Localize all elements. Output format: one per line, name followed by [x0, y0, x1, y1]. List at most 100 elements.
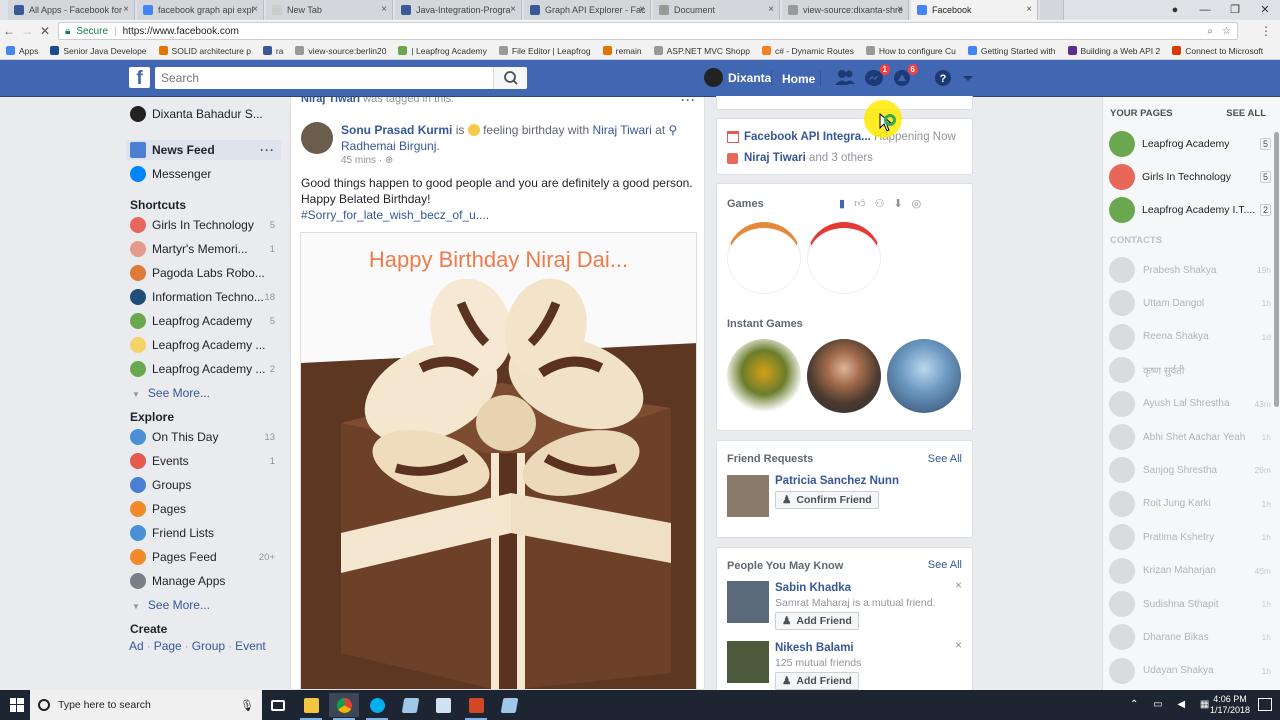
tagged-name-link[interactable]: Niraj Tiwari — [301, 97, 360, 105]
sidebar-scrollbar[interactable] — [1274, 132, 1279, 407]
add-friend-button[interactable]: ♟ Add Friend — [775, 672, 859, 690]
instant-game-thumb[interactable] — [887, 339, 961, 413]
tab-close-icon[interactable]: × — [510, 4, 516, 15]
system-tray-icons[interactable]: ⌃ ▭ ◀ ▦ — [1130, 699, 1215, 710]
sidebar-item[interactable]: Friend Lists — [126, 523, 281, 543]
bookmark-item[interactable]: File Editor | Leapfrog — [498, 46, 591, 56]
clock[interactable]: 4:06 PM 1/17/2018 — [1210, 694, 1250, 716]
facebook-logo[interactable]: f — [129, 67, 150, 89]
sidebar-item[interactable]: Pages Feed 20+ — [126, 547, 281, 567]
game-thumb[interactable] — [807, 222, 881, 294]
bookmark-item[interactable]: remain — [602, 46, 642, 56]
minimize-button[interactable]: — — [1190, 0, 1220, 20]
contact-item[interactable]: Abhi Shet Aachar Yeah 1h — [1109, 423, 1275, 451]
see-more-explore[interactable]: ▼ See More... — [132, 598, 210, 612]
browser-tab[interactable]: Graph API Explorer - Fac × — [524, 0, 651, 20]
your-page-item[interactable]: Leapfrog Academy 5 — [1109, 130, 1275, 158]
instant-game-thumb[interactable] — [727, 339, 801, 413]
notification-center-icon[interactable] — [1258, 698, 1272, 711]
your-page-item[interactable]: Girls In Technology 5 — [1109, 163, 1275, 191]
bookmark-item[interactable]: Getting Started with — [967, 46, 1056, 56]
confirm-friend-button[interactable]: ♟ Confirm Friend — [775, 491, 879, 509]
bookmark-item[interactable]: | Leapfrog Academy — [398, 46, 487, 56]
sidebar-item[interactable]: Groups — [126, 475, 281, 495]
bookmark-item[interactable]: SOLID architecture p — [158, 46, 251, 56]
sidebar-item[interactable]: Martyr's Memori... 1 — [126, 239, 281, 259]
menu-icon[interactable]: ⋮ — [1260, 24, 1272, 38]
bookmark-item[interactable]: How to configure Cu — [865, 46, 956, 56]
post-time[interactable]: 45 mins — [341, 155, 376, 166]
download-icon[interactable]: ⬇ — [893, 198, 911, 210]
help-icon[interactable]: ? — [933, 68, 955, 88]
add-friend-button[interactable]: ♟ Add Friend — [775, 612, 859, 630]
notifications-icon[interactable]: 6 — [891, 64, 918, 88]
author-avatar[interactable] — [301, 122, 333, 154]
task-view-icon[interactable] — [263, 693, 293, 717]
browser-tab[interactable]: view-source:dixanta-shre × — [782, 0, 909, 20]
bookmark-item[interactable]: c# - Dynamic Routes — [761, 46, 854, 56]
like-icon[interactable]: 👍︎ — [854, 198, 875, 210]
bookmark-item[interactable]: Apps — [6, 46, 38, 56]
post-image[interactable]: Happy Birthday Niraj Dai... — [300, 232, 697, 689]
event-name-link[interactable]: Facebook API Integra... — [744, 131, 871, 143]
browser-tab[interactable]: Facebook × — [911, 0, 1038, 20]
sidebar-item[interactable]: Girls In Technology 5 — [126, 215, 281, 235]
tab-close-icon[interactable]: × — [1026, 4, 1032, 15]
contact-item[interactable]: कृष्ण सुर्वती — [1109, 356, 1275, 384]
create-link[interactable]: Event — [235, 639, 266, 653]
tab-close-icon[interactable]: × — [639, 4, 645, 15]
see-more-shortcuts[interactable]: ▼ See More... — [132, 386, 210, 400]
create-link[interactable]: Group — [192, 639, 225, 653]
bookmark-item[interactable]: Connect to Microsoft — [1172, 46, 1263, 56]
create-link[interactable]: Ad — [129, 639, 144, 653]
your-page-item[interactable]: Leapfrog Academy I.T.... 2 — [1109, 196, 1275, 224]
games-filter-icons[interactable]: ▮👍︎⚇⬇◎ — [839, 197, 930, 210]
friend-requests-icon[interactable] — [834, 68, 856, 88]
messenger-icon[interactable]: 1 — [863, 64, 890, 88]
omnibox[interactable]: 🔒︎ Secure | https://www.facebook.com ☆ ⌕ — [58, 22, 1238, 40]
see-all-requests-link[interactable]: See All — [928, 453, 962, 465]
suggestion-avatar[interactable] — [727, 581, 769, 623]
browser-tab[interactable]: New Tab × — [266, 0, 393, 20]
request-name-link[interactable]: Patricia Sanchez Nunn — [775, 475, 899, 487]
hashtag-link[interactable]: #Sorry_for_late_wish_becz_of_u.... — [301, 207, 696, 223]
profile-icon[interactable]: ● — [1160, 0, 1190, 20]
nav-news-feed[interactable]: News Feed ··· — [126, 140, 281, 160]
chrome-icon[interactable] — [329, 693, 359, 720]
see-all-pymk-link[interactable]: See All — [928, 559, 962, 571]
skype-icon[interactable] — [362, 693, 392, 720]
friends-icon[interactable]: ⚇ — [875, 198, 894, 210]
sidebar-item[interactable]: Leapfrog Academy ... 2 — [126, 359, 281, 379]
browser-tab[interactable]: Document × — [653, 0, 780, 20]
sidebar-item[interactable]: Leapfrog Academy 5 — [126, 311, 281, 331]
tab-close-icon[interactable]: × — [381, 4, 387, 15]
see-all-pages-link[interactable]: SEE ALL — [1226, 108, 1266, 119]
contact-item[interactable]: Reena Shakya 1d — [1109, 323, 1275, 351]
profile-shortcut[interactable]: Dixanta Bahadur S... — [126, 104, 281, 124]
dismiss-icon[interactable]: × — [955, 578, 962, 592]
star-icon[interactable]: ☆ — [1222, 26, 1231, 37]
contact-item[interactable]: Pratima Kshetry 1h — [1109, 523, 1275, 551]
close-window-button[interactable]: ✕ — [1250, 0, 1280, 20]
app-icon[interactable] — [395, 693, 425, 717]
privacy-globe-icon[interactable]: ⊕ — [385, 155, 393, 166]
contact-item[interactable]: Dharane Bikas 1h — [1109, 623, 1275, 651]
windows-start-icon[interactable] — [10, 698, 24, 712]
suggestion-name-link[interactable]: Nikesh Balami — [775, 642, 854, 654]
sidebar-item[interactable]: Leapfrog Academy ... — [126, 335, 281, 355]
contact-item[interactable]: Krizan Maharjan 45m — [1109, 557, 1275, 585]
event-row[interactable]: Facebook API Integra... Happening Now — [727, 131, 956, 143]
birthday-name-link[interactable]: Niraj Tiwari — [744, 152, 806, 164]
bookmark-item[interactable]: Senior Java Develope — [50, 46, 147, 56]
account-menu-arrow-icon[interactable] — [960, 68, 982, 88]
url-text[interactable]: https://www.facebook.com — [123, 26, 239, 37]
search-input[interactable] — [155, 67, 527, 89]
search-button[interactable] — [493, 67, 527, 89]
home-link[interactable]: Home — [782, 72, 815, 86]
reload-button[interactable]: ✕ — [36, 24, 54, 38]
contact-item[interactable]: Prabesh Shakya 19h — [1109, 256, 1275, 284]
game-thumb[interactable] — [727, 222, 801, 294]
dismiss-icon[interactable]: × — [955, 638, 962, 652]
suggestion-name-link[interactable]: Sabin Khadka — [775, 582, 851, 594]
tab-close-icon[interactable]: × — [768, 4, 774, 15]
